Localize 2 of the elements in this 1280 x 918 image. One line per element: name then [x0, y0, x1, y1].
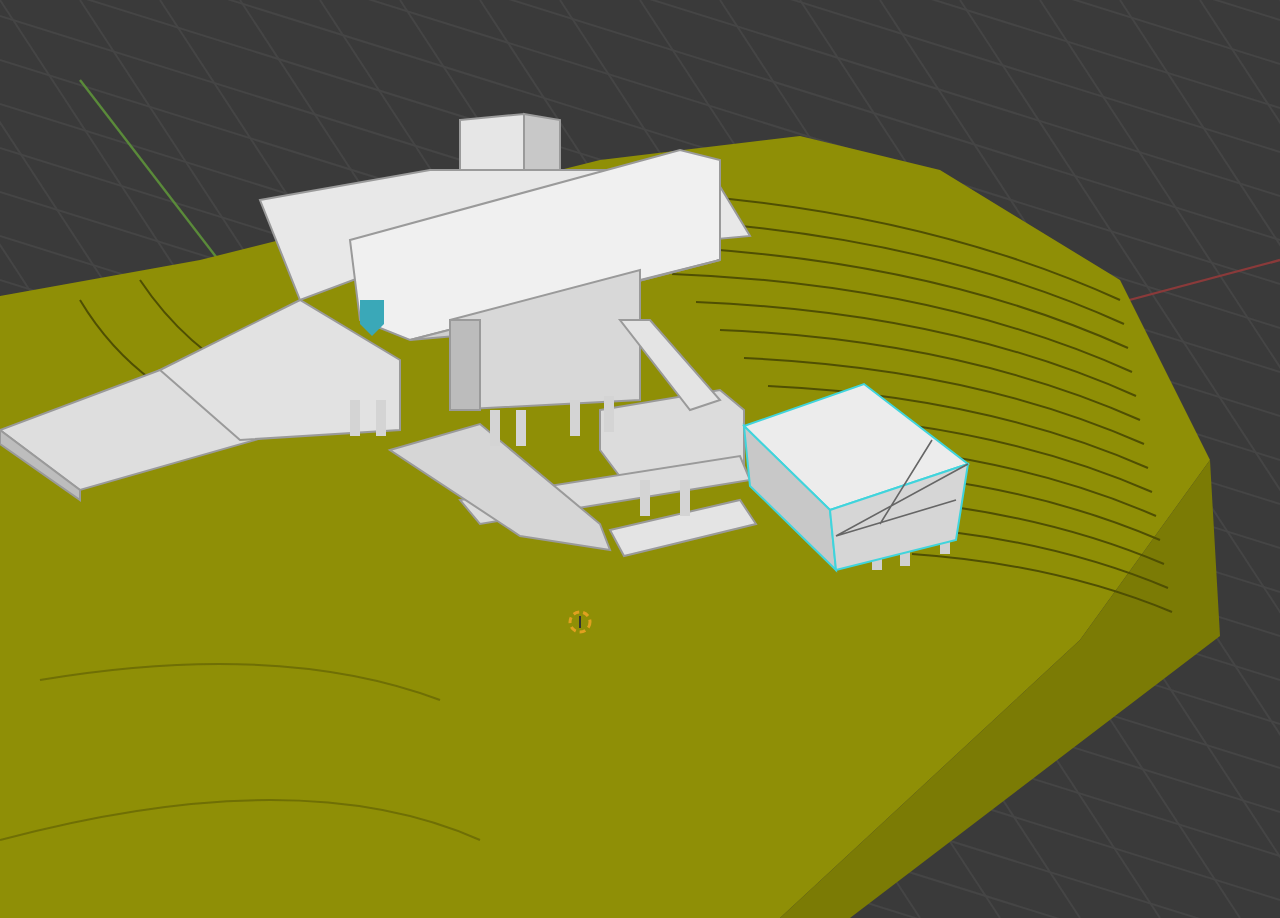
selected-box-drawing[interactable]: [742, 382, 971, 573]
house-drawing[interactable]: [0, 112, 758, 558]
